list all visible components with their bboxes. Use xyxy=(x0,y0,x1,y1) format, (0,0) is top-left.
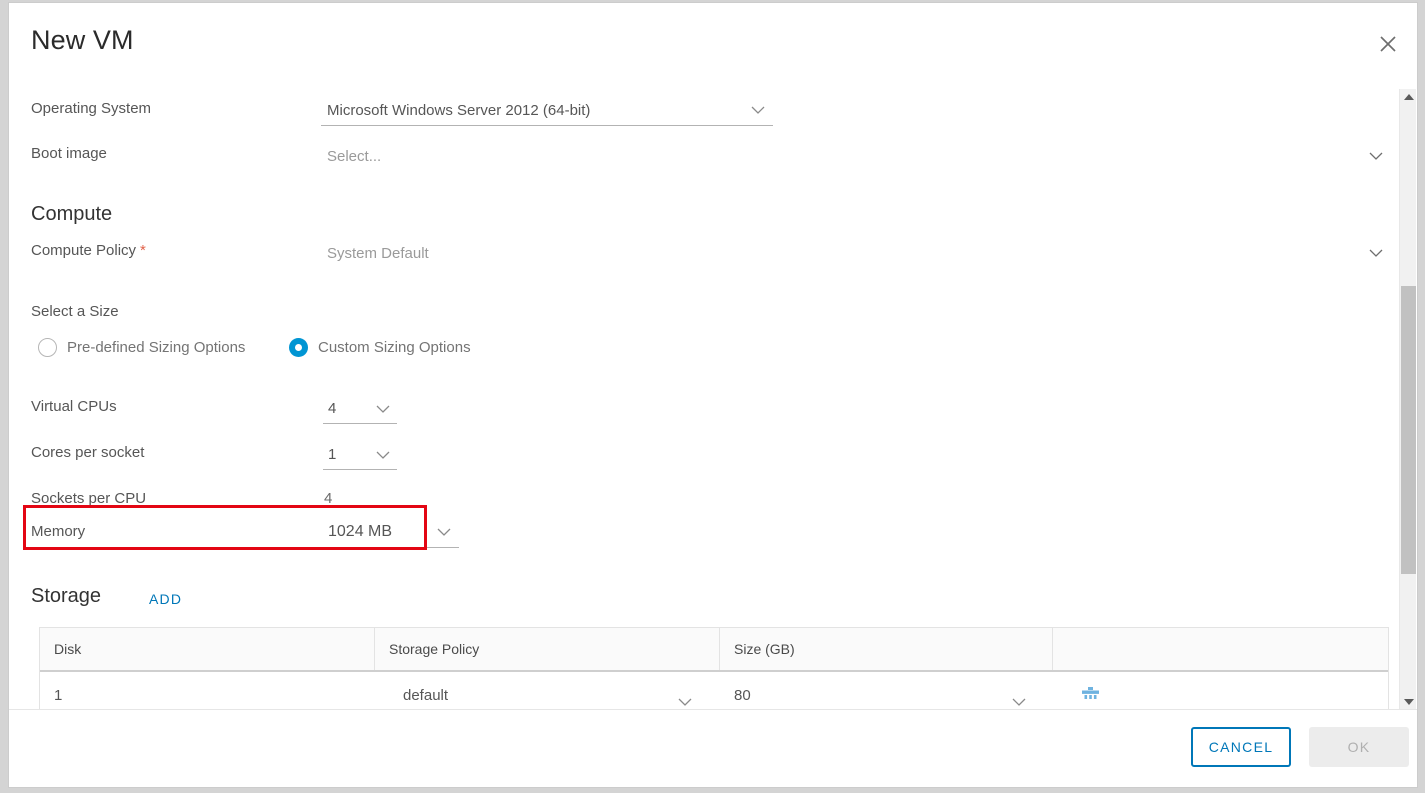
cell-storage-policy[interactable]: default xyxy=(375,672,720,709)
new-vm-dialog: New VM Operating System Microsoft Window… xyxy=(8,2,1418,788)
dialog-body: Operating System Microsoft Windows Serve… xyxy=(9,75,1417,709)
triangle-up-icon[interactable] xyxy=(1400,89,1417,106)
cell-actions xyxy=(1053,672,1388,709)
operating-system-dropdown[interactable]: Microsoft Windows Server 2012 (64-bit) xyxy=(321,95,773,126)
trash-icon[interactable] xyxy=(1081,686,1100,704)
radio-circle-selected-icon xyxy=(289,338,308,357)
operating-system-label: Operating System xyxy=(31,100,151,117)
column-header-actions xyxy=(1053,628,1388,670)
virtual-cpus-dropdown[interactable]: 4 xyxy=(323,394,397,424)
chevron-down-icon xyxy=(678,694,692,709)
operating-system-value: Microsoft Windows Server 2012 (64-bit) xyxy=(327,102,590,119)
compute-policy-label: Compute Policy* xyxy=(31,242,146,259)
vertical-scrollbar[interactable] xyxy=(1399,89,1416,711)
compute-policy-dropdown[interactable]: System Default xyxy=(321,239,1391,267)
chevron-down-icon xyxy=(751,106,765,115)
chevron-down-icon xyxy=(376,405,390,414)
cell-size[interactable]: 80 xyxy=(720,672,1053,709)
boot-image-placeholder: Select... xyxy=(327,148,381,165)
compute-section-heading: Compute xyxy=(31,203,112,226)
compute-policy-label-text: Compute Policy xyxy=(31,242,136,259)
column-header-storage-policy: Storage Policy xyxy=(375,628,720,670)
column-header-disk: Disk xyxy=(40,628,375,670)
memory-value: 1024 MB xyxy=(328,523,392,541)
cell-disk: 1 xyxy=(40,672,375,709)
sockets-per-cpu-row: Sockets per CPU 4 xyxy=(9,490,1417,520)
radio-custom-label: Custom Sizing Options xyxy=(318,339,471,356)
compute-policy-value: System Default xyxy=(327,245,429,262)
boot-image-row: Boot image Select... xyxy=(9,145,1417,175)
storage-section-heading: Storage xyxy=(31,585,101,608)
chevron-down-icon xyxy=(1012,694,1026,709)
memory-dropdown[interactable]: 1024 MB xyxy=(323,516,459,548)
virtual-cpus-row: Virtual CPUs 4 xyxy=(9,398,1417,428)
sockets-per-cpu-value: 4 xyxy=(324,490,332,507)
chevron-down-icon xyxy=(1369,152,1383,161)
cancel-button[interactable]: CANCEL xyxy=(1191,727,1291,767)
memory-row: Memory 1024 MB xyxy=(9,518,1417,548)
virtual-cpus-value: 4 xyxy=(328,400,336,417)
size-value: 80 xyxy=(734,687,751,704)
boot-image-label: Boot image xyxy=(31,145,107,162)
cores-per-socket-dropdown[interactable]: 1 xyxy=(323,440,397,470)
chevron-down-icon xyxy=(1369,249,1383,258)
close-icon[interactable] xyxy=(1371,27,1405,61)
storage-policy-value: default xyxy=(403,687,448,704)
disk-value: 1 xyxy=(54,687,62,704)
memory-label: Memory xyxy=(31,523,85,540)
virtual-cpus-label: Virtual CPUs xyxy=(31,398,117,415)
chevron-down-icon xyxy=(376,451,390,460)
required-marker: * xyxy=(140,242,146,259)
cores-per-socket-label: Cores per socket xyxy=(31,444,144,461)
scrollbar-thumb[interactable] xyxy=(1401,286,1416,574)
operating-system-row: Operating System Microsoft Windows Serve… xyxy=(9,100,1417,130)
radio-circle-icon xyxy=(38,338,57,357)
column-header-size: Size (GB) xyxy=(720,628,1053,670)
add-storage-button[interactable]: ADD xyxy=(149,591,182,607)
page-title: New VM xyxy=(31,25,134,56)
chevron-down-icon xyxy=(437,528,451,537)
dialog-footer: CANCEL OK xyxy=(9,709,1417,787)
boot-image-dropdown[interactable]: Select... xyxy=(321,142,1391,170)
radio-predefined-label: Pre-defined Sizing Options xyxy=(67,339,245,356)
select-size-label: Select a Size xyxy=(31,303,119,320)
ok-button: OK xyxy=(1309,727,1409,767)
sockets-per-cpu-label: Sockets per CPU xyxy=(31,490,146,507)
table-row: 1 default 80 xyxy=(40,672,1388,709)
radio-predefined-sizing[interactable]: Pre-defined Sizing Options xyxy=(38,338,245,357)
storage-table-header: Disk Storage Policy Size (GB) xyxy=(40,628,1388,672)
radio-custom-sizing[interactable]: Custom Sizing Options xyxy=(289,338,471,357)
storage-table: Disk Storage Policy Size (GB) 1 default xyxy=(39,627,1389,709)
compute-policy-row: Compute Policy* System Default xyxy=(9,242,1417,272)
cores-per-socket-row: Cores per socket 1 xyxy=(9,444,1417,474)
cores-per-socket-value: 1 xyxy=(328,446,336,463)
screen-background: New VM Operating System Microsoft Window… xyxy=(0,0,1425,793)
